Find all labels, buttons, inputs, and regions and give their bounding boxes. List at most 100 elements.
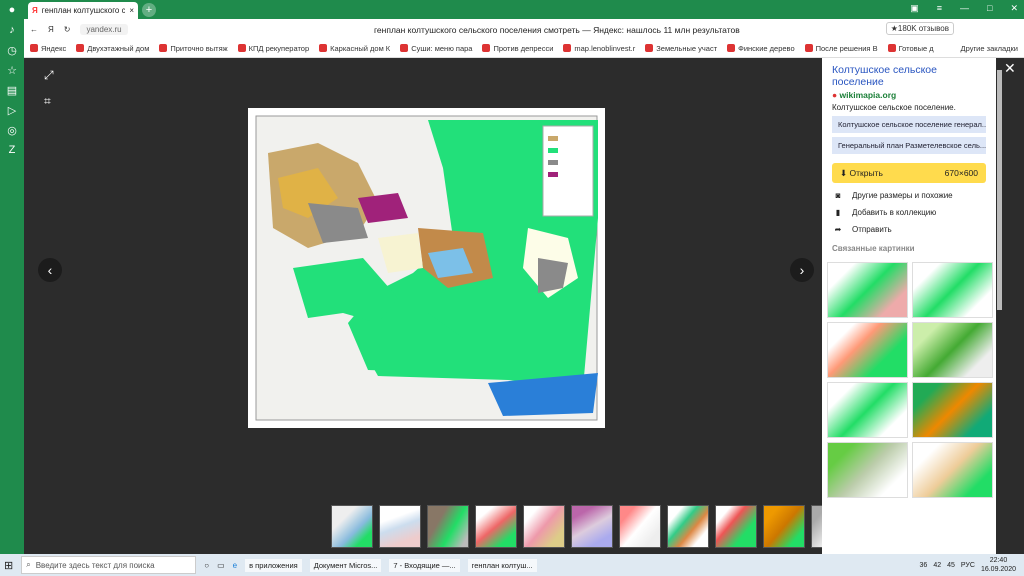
- tray-number: 42: [933, 561, 942, 569]
- source-site[interactable]: ● wikimapia.org: [832, 90, 986, 100]
- related-image[interactable]: [912, 322, 993, 378]
- reload-icon[interactable]: ↻: [64, 25, 71, 34]
- related-image[interactable]: [912, 262, 993, 318]
- address-bar: ← Я ↻ yandex.ru генплан колтушского сель…: [24, 19, 1024, 40]
- related-image[interactable]: [912, 382, 993, 438]
- bookmark-item[interactable]: Каркасный дом К: [319, 44, 390, 53]
- star-icon[interactable]: ☆: [0, 60, 24, 80]
- related-images-heading: Связанные картинки: [832, 244, 915, 253]
- close-tab-icon[interactable]: ×: [129, 6, 134, 15]
- window-controls: ▣ ≡ — □ ✕: [910, 3, 1018, 14]
- cortana-icon[interactable]: ○: [204, 561, 209, 570]
- bookmark-item[interactable]: Финские дерево: [727, 44, 794, 53]
- tab-active[interactable]: Я генплан колтушского с ×: [28, 2, 138, 19]
- bookmark-item[interactable]: Против депресси: [482, 44, 553, 53]
- thumbnail-strip: [331, 505, 853, 548]
- zen-icon[interactable]: Z: [0, 140, 24, 160]
- thumbnail[interactable]: [331, 505, 373, 548]
- windows-taskbar: ⊞ ⌕ Введите здесь текст для поиска ○ ▭ e…: [0, 554, 1024, 576]
- system-tray: 36 42 45 РУС 22:40 16.09.2020: [920, 556, 1024, 574]
- thumbnail[interactable]: [619, 505, 661, 548]
- thumbnail[interactable]: [475, 505, 517, 548]
- camera-icon: ◙: [835, 191, 841, 200]
- share-icon: ➦: [834, 225, 842, 234]
- related-image[interactable]: [827, 322, 908, 378]
- next-image-button[interactable]: ›: [790, 258, 814, 282]
- map-image: [248, 108, 605, 428]
- bookmark-item[interactable]: map.lenoblinvest.r: [563, 44, 635, 53]
- related-link[interactable]: Генеральный план Разметелевское сель...: [832, 137, 986, 154]
- bookmark-item[interactable]: Приточно вытяж: [159, 44, 227, 53]
- thumbnail[interactable]: [571, 505, 613, 548]
- play-icon[interactable]: ▷: [0, 100, 24, 120]
- bookmark-item[interactable]: Суши: меню пара: [400, 44, 472, 53]
- back-icon[interactable]: ←: [30, 25, 38, 34]
- taskbar-app[interactable]: 7 - Входящие —...: [389, 558, 460, 572]
- crop-icon[interactable]: ⌗: [44, 94, 51, 109]
- windows-start-icon[interactable]: ⊞: [4, 559, 13, 572]
- bookmark-item[interactable]: Двухэтажный дом: [76, 44, 149, 53]
- yandex-home-icon[interactable]: Я: [48, 25, 54, 34]
- thumbnail[interactable]: [427, 505, 469, 548]
- maximize-icon[interactable]: □: [987, 3, 992, 14]
- taskbar-app[interactable]: Документ Micros...: [309, 558, 382, 572]
- open-button[interactable]: ⬇ Открыть 670×600: [832, 163, 986, 183]
- related-images-grid: [827, 262, 993, 498]
- search-icon: ⌕: [26, 560, 31, 569]
- action-label: Другие размеры и похожие: [852, 191, 953, 200]
- expand-icon[interactable]: ⤢: [44, 68, 54, 83]
- minimize-icon[interactable]: —: [960, 3, 969, 14]
- action-label: Отправить: [852, 225, 892, 234]
- profile-icon[interactable]: ●: [0, 0, 24, 20]
- close-icon[interactable]: ✕: [1010, 3, 1018, 14]
- bookmark-item[interactable]: Земельные участ: [645, 44, 717, 53]
- related-image[interactable]: [912, 442, 993, 498]
- taskbar-app[interactable]: генплан колтуш...: [467, 558, 537, 572]
- prev-image-button[interactable]: ‹: [38, 258, 62, 282]
- bookmark-item[interactable]: КПД рекуператор: [238, 44, 309, 53]
- bookmark-item[interactable]: Готовые д: [888, 44, 934, 53]
- taskbar-app[interactable]: в приложения: [245, 558, 302, 572]
- taskbar-search-placeholder: Введите здесь текст для поиска: [35, 560, 155, 570]
- thumbnail[interactable]: [715, 505, 757, 548]
- download-icon: ⬇: [840, 167, 848, 178]
- close-viewer-icon[interactable]: ✕: [1004, 60, 1016, 77]
- other-bookmarks[interactable]: Другие закладки: [961, 44, 1018, 53]
- new-tab-button[interactable]: +: [142, 3, 156, 17]
- task-view-icon[interactable]: ▭: [217, 561, 225, 570]
- bookmark-item[interactable]: Яндекс: [30, 44, 66, 53]
- music-icon[interactable]: ◎: [0, 120, 24, 140]
- related-image[interactable]: [827, 262, 908, 318]
- image-size: 670×600: [944, 168, 978, 178]
- thumbnail[interactable]: [763, 505, 805, 548]
- add-to-collection-action[interactable]: ▮ Добавить в коллекцию: [832, 208, 986, 217]
- bookmark-icon: ▮: [835, 208, 841, 217]
- related-image[interactable]: [827, 382, 908, 438]
- tray-number: 36: [919, 561, 928, 569]
- panel-scrollbar[interactable]: [997, 70, 1002, 310]
- reviews-badge[interactable]: ★180K отзывов: [885, 22, 954, 35]
- image-title[interactable]: Колтушское сельское поселение: [832, 64, 986, 88]
- related-image[interactable]: [827, 442, 908, 498]
- thumbnail[interactable]: [667, 505, 709, 548]
- taskbar-search[interactable]: ⌕ Введите здесь текст для поиска: [21, 556, 197, 574]
- other-sizes-action[interactable]: ◙ Другие размеры и похожие: [832, 191, 986, 200]
- tabs-icon[interactable]: ▣: [910, 3, 919, 14]
- url-field[interactable]: yandex.ru: [80, 24, 128, 35]
- menu-icon[interactable]: ≡: [937, 3, 942, 14]
- thumbnail[interactable]: [523, 505, 565, 548]
- clock-time: 22:40: [989, 557, 1008, 564]
- language-indicator[interactable]: РУС: [961, 562, 975, 569]
- bookmark-item[interactable]: После решения В: [805, 44, 878, 53]
- edge-icon[interactable]: e: [233, 561, 237, 570]
- clock[interactable]: 22:40 16.09.2020: [981, 556, 1016, 574]
- share-action[interactable]: ➦ Отправить: [832, 225, 986, 234]
- bell-icon[interactable]: ♪: [0, 20, 24, 40]
- bookmarks-bar: Яндекс Двухэтажный дом Приточно вытяж КП…: [24, 40, 1024, 58]
- collections-icon[interactable]: ▤: [0, 80, 24, 100]
- history-icon[interactable]: ◷: [0, 40, 24, 60]
- thumbnail[interactable]: [379, 505, 421, 548]
- related-link[interactable]: Колтушское сельское поселение генерал...: [832, 116, 986, 133]
- tab-title: генплан колтушского с: [41, 6, 126, 15]
- yandex-icon: Я: [32, 6, 38, 15]
